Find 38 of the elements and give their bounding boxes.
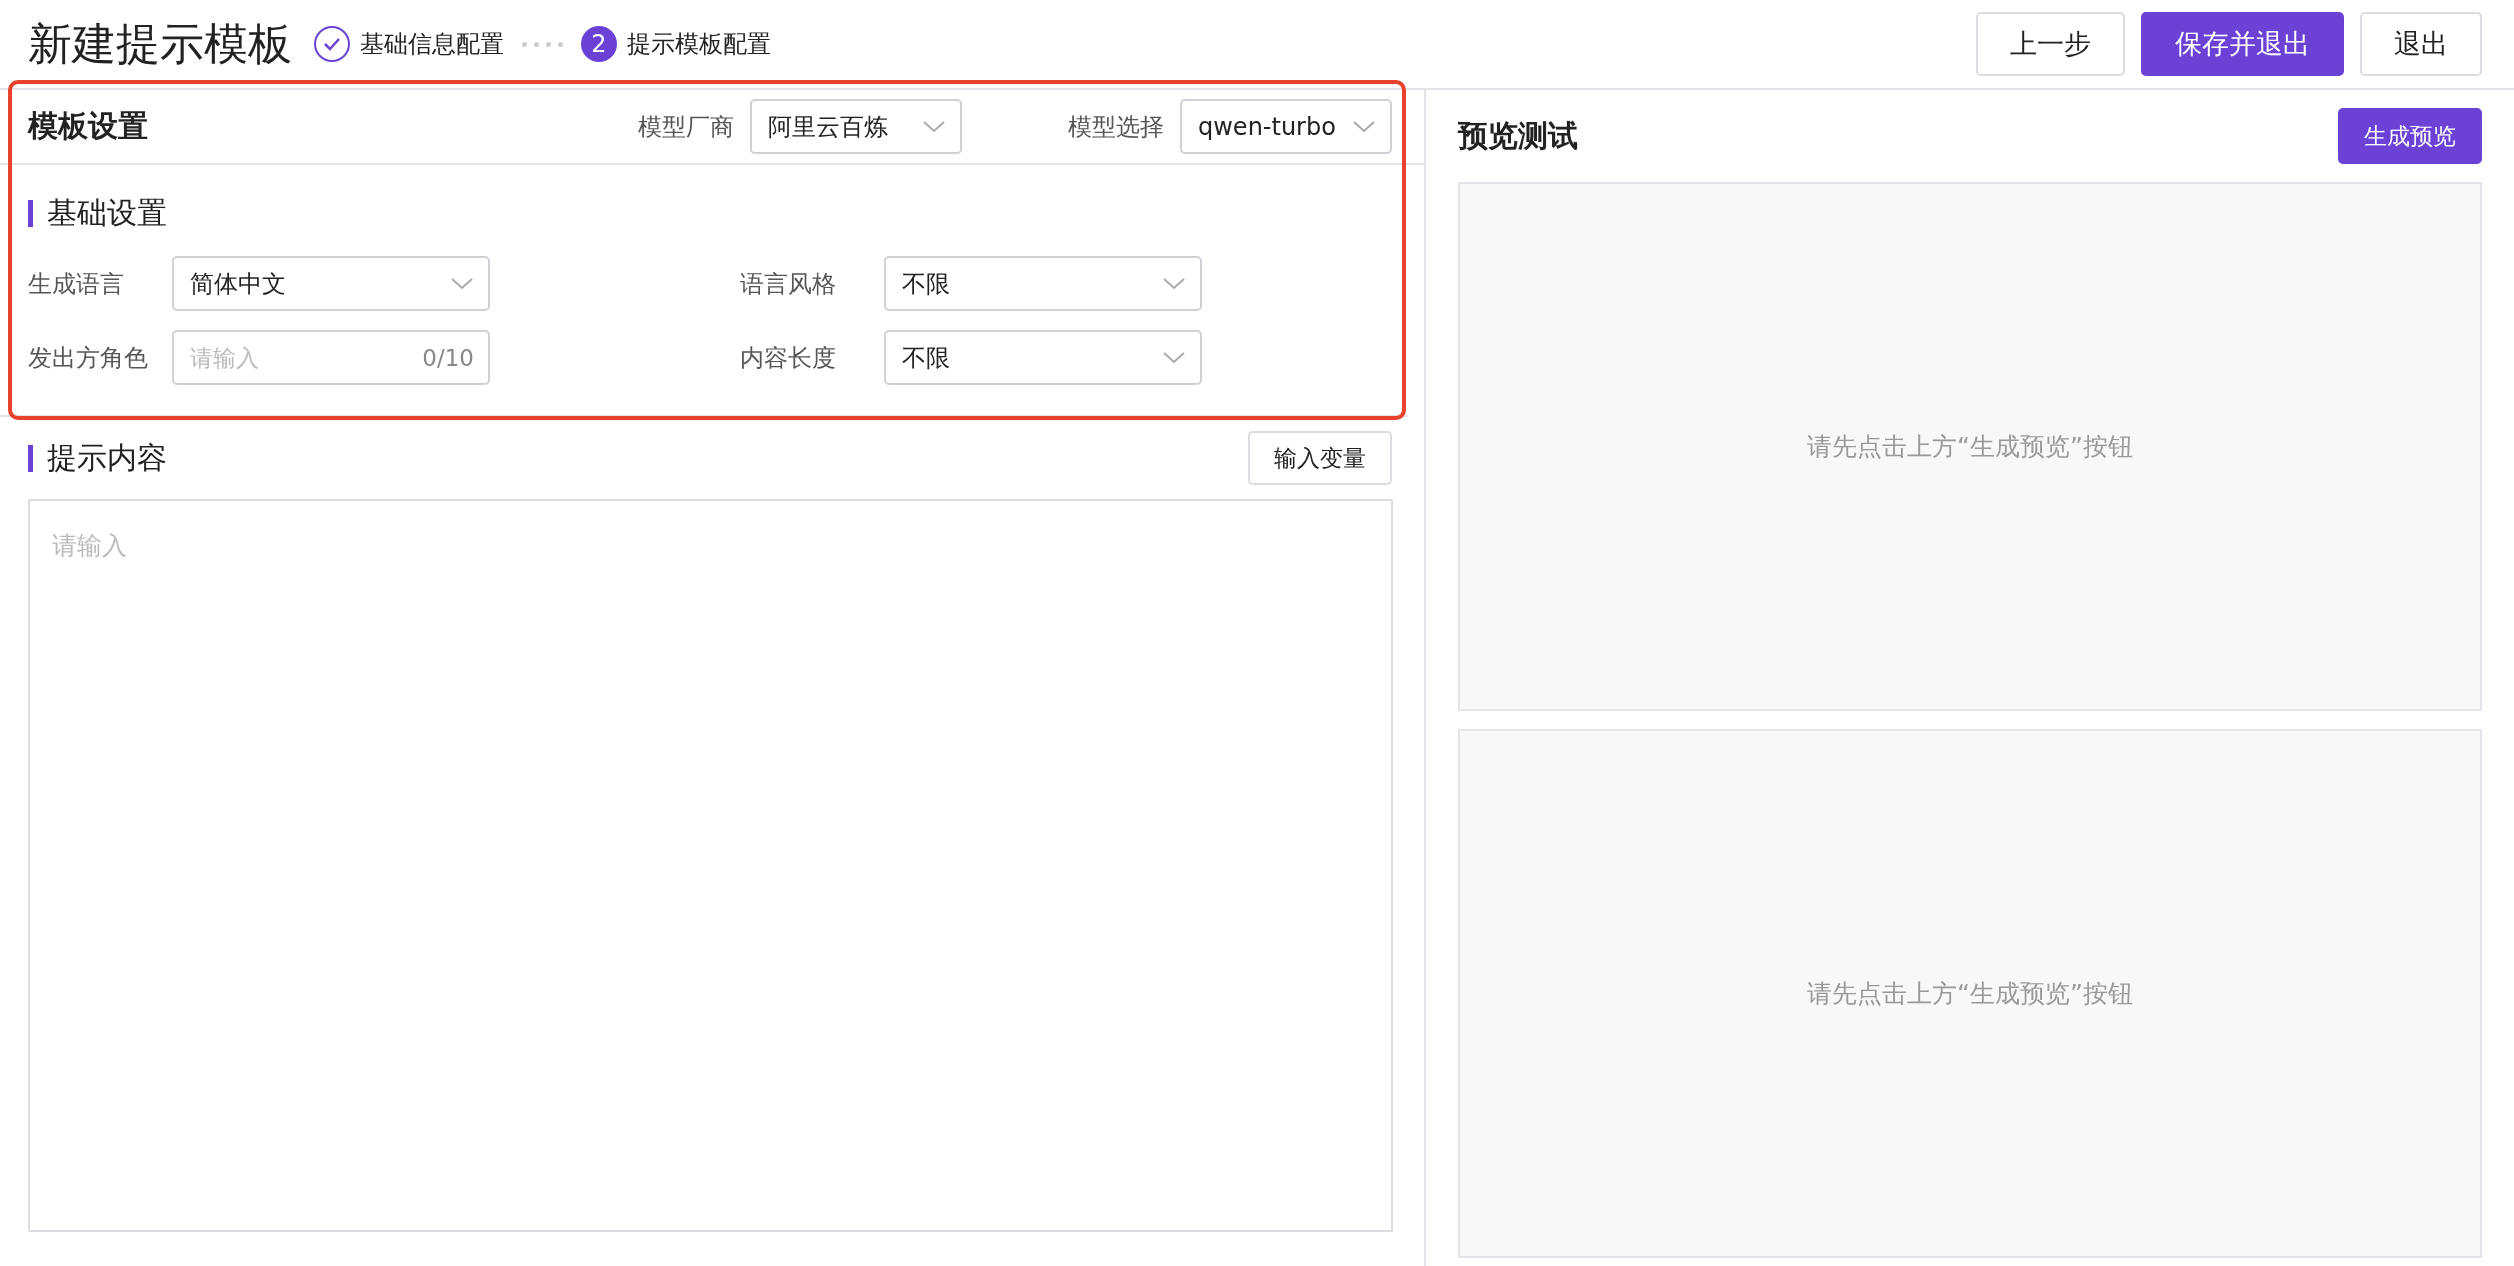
dropdown-select[interactable]: 简体中文 — [172, 256, 490, 311]
insert-variable-button[interactable]: 输入变量 — [1248, 431, 1392, 485]
empty-message: 请先点击上方“生成预览”按钮 — [1807, 978, 2133, 1010]
dropdown-select[interactable]: 阿里云百炼 — [750, 99, 962, 154]
dropdown-select[interactable]: 不限 — [884, 330, 1202, 385]
section-title: 预览测试 — [1458, 116, 1578, 155]
header-button[interactable]: 退出 — [2360, 12, 2482, 76]
character-counter: 0/10 — [422, 344, 474, 371]
input-field[interactable]: 请输入 0/10 — [172, 330, 490, 385]
chevron-down-icon — [1162, 276, 1186, 291]
field-label: 模型选择 — [1068, 111, 1164, 143]
generate-preview-button[interactable]: 生成预览 — [2338, 108, 2482, 164]
field-label: 模型厂商 — [638, 111, 734, 143]
chevron-down-icon — [450, 276, 474, 291]
empty-message: 请先点击上方“生成预览”按钮 — [1807, 431, 2133, 463]
step-label: 提示模板配置 — [627, 29, 771, 60]
step-label: 基础信息配置 — [360, 29, 504, 60]
section-title: 模板设置 — [28, 107, 149, 145]
prompt-textarea[interactable]: 请输入 — [28, 499, 1393, 1232]
save-exit-button[interactable]: 保存并退出 — [2141, 12, 2344, 76]
section-heading: 提示内容 — [47, 438, 167, 477]
accent-bar — [28, 200, 33, 227]
step-connector — [522, 41, 563, 47]
text-input[interactable]: 请输入 — [190, 344, 390, 371]
accent-bar — [28, 444, 33, 472]
field-label: 生成语言 — [28, 268, 125, 300]
step-number: 2 — [581, 26, 617, 62]
chevron-down-icon — [922, 119, 946, 134]
header-button[interactable]: 上一步 — [1976, 12, 2125, 76]
chevron-down-icon — [1162, 350, 1186, 365]
page-title: 新建提示模板 — [28, 16, 292, 71]
field-label: 内容长度 — [740, 342, 837, 374]
dropdown-select[interactable]: 不限 — [884, 256, 1202, 311]
section-heading: 基础设置 — [47, 194, 167, 232]
dropdown-select[interactable]: qwen-turbo — [1180, 99, 1392, 154]
chevron-down-icon — [1352, 119, 1376, 134]
field-label: 语言风格 — [740, 268, 837, 300]
field-label: 发出方角色 — [28, 342, 149, 374]
